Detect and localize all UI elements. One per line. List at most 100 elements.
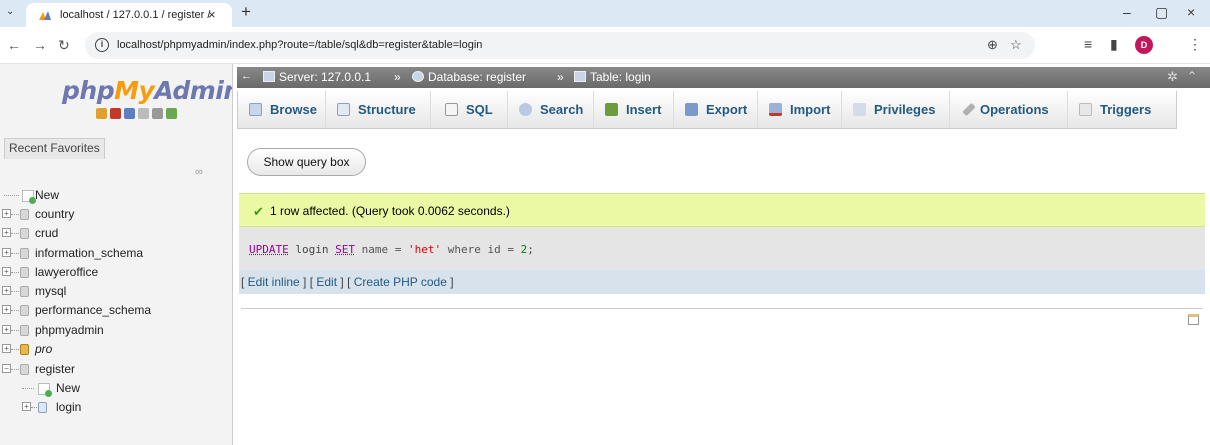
breadcrumb-back-icon[interactable]: ←	[241, 70, 252, 82]
privileges-icon	[853, 103, 866, 116]
sql-query-text: UPDATE login SET name = 'het' where id =…	[249, 243, 534, 256]
phpmyadmin-logo[interactable]: phpMyAdmin	[62, 76, 232, 105]
breadcrumb-separator: »	[394, 70, 401, 84]
page-settings-icon[interactable]: ✲	[1167, 69, 1178, 85]
database-icon	[20, 305, 29, 316]
profile-avatar[interactable]: D	[1135, 36, 1153, 54]
expand-icon[interactable]: +	[22, 402, 31, 411]
address-bar[interactable]: i localhost/phpmyadmin/index.php?route=/…	[85, 32, 1035, 59]
database-icon	[20, 209, 29, 220]
table-icon	[38, 402, 47, 413]
database-icon	[20, 344, 29, 355]
minimize-icon[interactable]: –	[1123, 4, 1131, 20]
tab-export[interactable]: Export	[674, 91, 758, 128]
breadcrumb-table[interactable]: Table: login	[574, 70, 651, 84]
help-icon[interactable]	[124, 108, 135, 119]
tab-close-icon[interactable]: ×	[208, 7, 216, 22]
settings-icon[interactable]	[152, 108, 163, 119]
breadcrumb-database[interactable]: Database: register	[412, 70, 526, 84]
server-icon	[263, 71, 275, 82]
logout-icon[interactable]	[110, 108, 121, 119]
extensions-icon[interactable]: ≡	[1084, 36, 1092, 52]
success-check-icon: ✔	[253, 204, 264, 219]
nav-icon-row	[96, 108, 180, 122]
docs-icon[interactable]	[138, 108, 149, 119]
close-window-icon[interactable]: ×	[1187, 4, 1195, 20]
show-query-box-button[interactable]: Show query box	[247, 148, 366, 176]
link-with-main-icon[interactable]: ∞	[195, 166, 203, 178]
edit-link[interactable]: Edit	[316, 275, 337, 289]
expand-icon[interactable]: +	[2, 305, 11, 314]
database-icon	[20, 267, 29, 278]
expand-icon[interactable]: +	[2, 248, 11, 257]
expand-icon[interactable]: +	[2, 325, 11, 334]
tab-sql[interactable]: SQL	[431, 91, 508, 128]
success-text: 1 row affected. (Query took 0.0062 secon…	[270, 204, 510, 218]
home-icon[interactable]	[96, 108, 107, 119]
database-icon	[20, 364, 29, 375]
operations-wrench-icon	[962, 102, 976, 117]
triggers-icon	[1079, 103, 1092, 116]
expand-icon[interactable]: +	[2, 344, 11, 353]
divider	[241, 308, 1203, 309]
table-icon	[574, 71, 586, 82]
console-icon[interactable]	[1188, 314, 1199, 325]
navigation-panel: phpMyAdmin Recent Favorites ∞ New + coun…	[0, 64, 233, 445]
database-icon	[20, 228, 29, 239]
site-info-icon[interactable]: i	[95, 38, 109, 52]
reload-icon[interactable]: ↻	[58, 37, 70, 54]
zoom-icon[interactable]: ⊕	[987, 37, 998, 53]
database-icon	[20, 325, 29, 336]
tab-search[interactable]: Search	[508, 91, 594, 128]
expand-icon[interactable]: +	[2, 209, 11, 218]
search-icon	[519, 103, 532, 116]
side-panel-icon[interactable]: ▮	[1110, 36, 1118, 53]
structure-icon	[337, 103, 350, 116]
browser-toolbar: ← → ↻ i localhost/phpmyadmin/index.php?r…	[0, 27, 1210, 64]
tab-operations[interactable]: Operations	[950, 91, 1068, 128]
tab-insert[interactable]: Insert	[594, 91, 674, 128]
new-tab-button[interactable]: +	[241, 2, 251, 22]
recent-favorites-tabs[interactable]: Recent Favorites	[4, 138, 105, 159]
collapse-icon[interactable]: −	[2, 364, 11, 373]
restore-icon[interactable]: ▢	[1155, 4, 1168, 21]
menu-kebab-icon[interactable]: ⋮	[1188, 36, 1202, 53]
bookmark-star-icon[interactable]: ☆	[1010, 37, 1022, 53]
phpmyadmin-favicon	[39, 11, 51, 20]
database-icon	[20, 286, 29, 297]
database-icon	[20, 248, 29, 259]
browse-icon	[249, 103, 262, 116]
url-text[interactable]: localhost/phpmyadmin/index.php?route=/ta…	[117, 39, 482, 51]
expand-icon[interactable]: +	[2, 267, 11, 276]
edit-inline-link[interactable]: Edit inline	[248, 275, 300, 289]
breadcrumb-separator: »	[557, 70, 564, 84]
insert-icon	[605, 103, 618, 116]
database-icon	[412, 71, 424, 82]
breadcrumb-server[interactable]: Server: 127.0.0.1	[263, 70, 371, 84]
expand-icon[interactable]: +	[2, 228, 11, 237]
tab-structure[interactable]: Structure	[326, 91, 431, 128]
reload-nav-icon[interactable]	[166, 108, 177, 119]
create-php-code-link[interactable]: Create PHP code	[354, 275, 447, 289]
sql-query-display: UPDATE login SET name = 'het' where id =…	[239, 227, 1205, 270]
tab-triggers[interactable]: Triggers	[1068, 91, 1178, 128]
tab-search-icon[interactable]: ⌄	[6, 6, 14, 17]
expand-icon[interactable]: +	[2, 286, 11, 295]
browser-tab-strip: ⌄ localhost / 127.0.0.1 / register / × +…	[0, 0, 1210, 27]
tab-browse[interactable]: Browse	[238, 91, 326, 128]
breadcrumb: ← Server: 127.0.0.1 » Database: register…	[237, 67, 1210, 88]
collapse-top-icon[interactable]: ⌃	[1187, 69, 1197, 83]
sql-icon	[445, 103, 458, 116]
new-table-icon	[38, 383, 52, 397]
new-db-icon	[22, 190, 36, 204]
tab-import[interactable]: Import	[758, 91, 842, 128]
query-tools-bar: [ Edit inline ] [ Edit ] [ Create PHP co…	[239, 270, 1205, 294]
export-icon	[685, 103, 698, 116]
tab-privileges[interactable]: Privileges	[842, 91, 950, 128]
success-message: ✔ 1 row affected. (Query took 0.0062 sec…	[239, 193, 1205, 227]
forward-icon[interactable]: →	[33, 37, 47, 53]
back-icon[interactable]: ←	[7, 37, 21, 53]
import-icon	[769, 103, 782, 116]
tab-title: localhost / 127.0.0.1 / register /	[60, 9, 211, 21]
browser-tab[interactable]: localhost / 127.0.0.1 / register / ×	[26, 3, 232, 27]
